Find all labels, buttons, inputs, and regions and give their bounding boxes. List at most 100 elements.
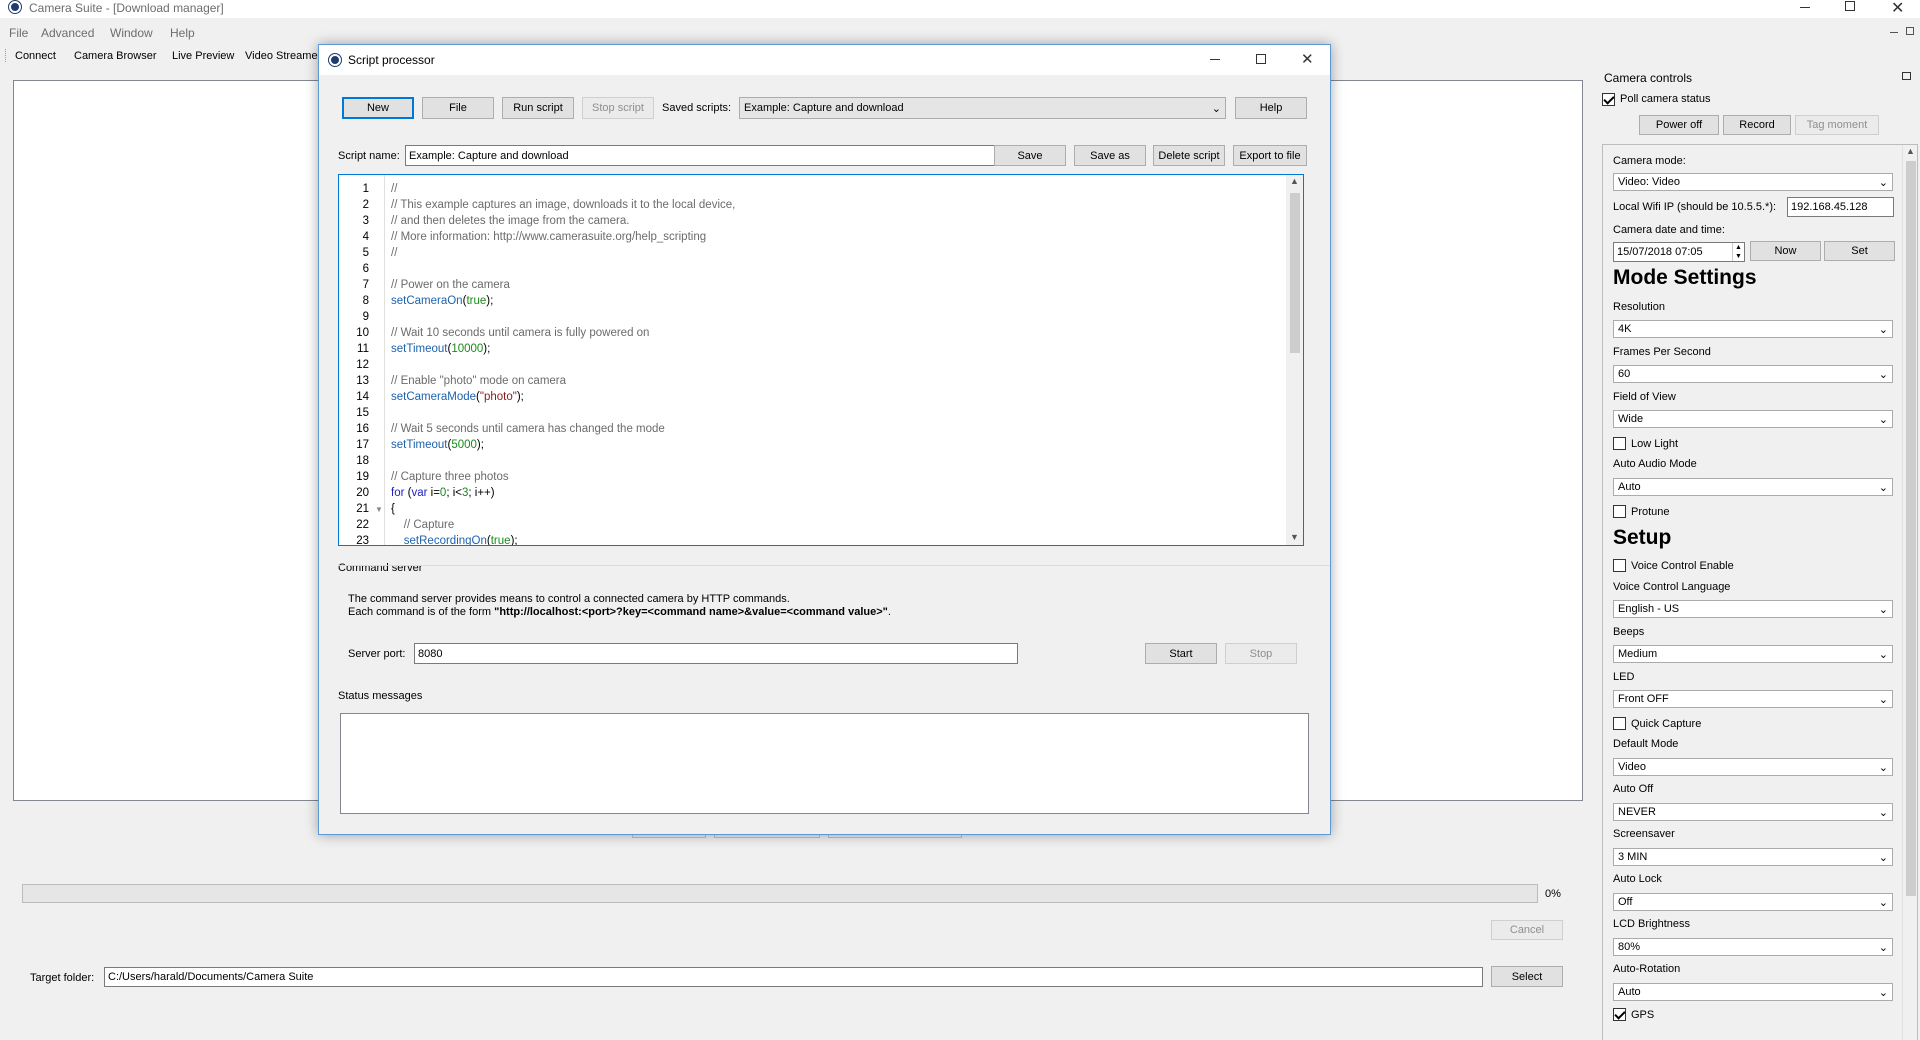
gps-checkbox[interactable] [1613,1008,1626,1021]
menu-help[interactable]: Help [170,26,195,40]
close-icon[interactable]: ✕ [1891,0,1904,18]
menu-window[interactable]: Window [110,26,153,40]
toolbar-connect[interactable]: Connect [15,50,56,62]
low-light-checkbox[interactable] [1613,437,1626,450]
code-line[interactable]: setRecordingOn(true); [391,533,1281,545]
help-button[interactable]: Help [1235,97,1307,119]
maximize-icon[interactable] [1845,1,1855,11]
code-line[interactable]: // Wait 5 seconds until camera has chang… [391,421,1281,437]
lcd-select[interactable]: 80% ⌄ [1613,938,1893,956]
code-line[interactable] [391,261,1281,277]
dialog-minimize-icon[interactable] [1210,59,1220,60]
code-editor[interactable]: 1 2 3 4 5 6 7 8 9 10 11 12 13 14 15 16 17 18 19 20 21 22 23 ▼ … [338,174,1304,546]
code-line[interactable]: // and then deletes the image from the c… [391,213,1281,229]
code-line[interactable] [391,357,1281,373]
auto-lock-select[interactable]: Off ⌄ [1613,893,1893,911]
code-line[interactable]: for (var i=0; i<3; i++) [391,485,1281,501]
cancel-button[interactable]: Cancel [1491,920,1563,940]
scroll-thumb[interactable] [1290,193,1300,353]
server-port-input[interactable]: 8080 [414,643,1018,664]
auto-off-value: NEVER [1618,806,1656,818]
now-button[interactable]: Now [1750,241,1821,261]
poll-status-checkbox[interactable] [1602,93,1615,106]
code-line[interactable]: setTimeout(5000); [391,437,1281,453]
code-line[interactable] [391,405,1281,421]
dialog-close-icon[interactable]: ✕ [1301,50,1314,68]
code-line[interactable]: // Enable "photo" mode on camera [391,373,1281,389]
new-button[interactable]: New [342,97,414,119]
file-button[interactable]: File [422,97,494,119]
editor-scrollbar[interactable]: ▲ ▼ [1286,175,1303,545]
voice-lang-select[interactable]: English - US ⌄ [1613,600,1893,618]
code-line[interactable]: // [391,245,1281,261]
menu-file[interactable]: File [9,26,28,40]
scroll-up-icon[interactable]: ▲ [1290,176,1299,186]
tag-moment-button[interactable]: Tag moment [1795,115,1879,135]
code-line[interactable]: // Capture three photos [391,469,1281,485]
code-line[interactable]: // More information: http://www.camerasu… [391,229,1281,245]
line-number: 18 [356,455,369,467]
code-line[interactable] [391,309,1281,325]
toolbar-video-streamer[interactable]: Video Streamer [245,50,321,62]
mdi-restore-icon[interactable] [1906,27,1914,35]
line-number: 19 [356,471,369,483]
scroll-down-icon[interactable]: ▼ [1290,532,1299,542]
auto-off-select[interactable]: NEVER ⌄ [1613,803,1893,821]
stop-script-button[interactable]: Stop script [582,97,654,119]
screensaver-select[interactable]: 3 MIN ⌄ [1613,848,1893,866]
save-as-button[interactable]: Save as [1074,145,1146,166]
quick-capture-checkbox[interactable] [1613,717,1626,730]
code-line[interactable]: // Power on the camera [391,277,1281,293]
delete-script-button[interactable]: Delete script [1153,145,1225,166]
settings-scrollbar[interactable]: ▲ ▼ [1902,145,1917,1040]
resolution-select[interactable]: 4K ⌄ [1613,320,1893,338]
voice-control-checkbox[interactable] [1613,559,1626,572]
undock-icon[interactable] [1902,72,1911,80]
fps-select[interactable]: 60 ⌄ [1613,365,1893,383]
code-line[interactable]: // This example captures an image, downl… [391,197,1281,213]
record-button[interactable]: Record [1723,115,1791,135]
toolbar-live-preview[interactable]: Live Preview [172,50,234,62]
led-select[interactable]: Front OFF ⌄ [1613,690,1893,708]
fov-select[interactable]: Wide ⌄ [1613,410,1893,428]
beeps-select[interactable]: Medium ⌄ [1613,645,1893,663]
scroll-up-icon[interactable]: ▲ [1906,146,1915,156]
set-button[interactable]: Set [1824,241,1895,261]
datetime-input[interactable]: 15/07/2018 07:05 ▲ ▼ [1613,242,1745,262]
server-stop-button[interactable]: Stop [1225,643,1297,664]
code-line[interactable]: // Wait 10 seconds until camera is fully… [391,325,1281,341]
code-line[interactable]: setCameraMode("photo"); [391,389,1281,405]
fold-collapse-icon[interactable]: ▼ [375,505,383,514]
code-line[interactable]: setCameraOn(true); [391,293,1281,309]
line-number-gutter: 1 2 3 4 5 6 7 8 9 10 11 12 13 14 15 16 17 18 19 20 21 22 23 [339,181,373,545]
run-script-button[interactable]: Run script [502,97,574,119]
code-line[interactable]: setTimeout(10000); [391,341,1281,357]
save-button[interactable]: Save [994,145,1066,166]
code-line[interactable]: // Capture [391,517,1281,533]
wifi-input[interactable]: 192.168.45.128 [1787,197,1894,217]
protune-checkbox[interactable] [1613,505,1626,518]
line-number: 13 [356,375,369,387]
code-content[interactable]: //// This example captures an image, dow… [391,181,1281,545]
menu-advanced[interactable]: Advanced [41,26,94,40]
code-line[interactable]: // [391,181,1281,197]
spinner-icon[interactable]: ▲ ▼ [1732,243,1744,261]
camera-mode-select[interactable]: Video: Video ⌄ [1613,173,1893,191]
auto-audio-select[interactable]: Auto ⌄ [1613,478,1893,496]
target-folder-input[interactable]: C:/Users/harald/Documents/Camera Suite [104,967,1483,987]
select-folder-button[interactable]: Select [1491,966,1563,987]
minimize-icon[interactable] [1800,7,1810,8]
dialog-maximize-icon[interactable] [1256,54,1266,64]
toolbar-camera-browser[interactable]: Camera Browser [74,50,157,62]
auto-rotation-select[interactable]: Auto ⌄ [1613,983,1893,1001]
code-line[interactable]: { [391,501,1281,517]
mdi-minimize-icon[interactable] [1890,32,1898,33]
server-start-button[interactable]: Start [1145,643,1217,664]
default-mode-select[interactable]: Video ⌄ [1613,758,1893,776]
export-to-file-button[interactable]: Export to file [1233,145,1307,166]
saved-scripts-select[interactable]: Example: Capture and download ⌄ [739,97,1226,119]
script-name-input[interactable]: Example: Capture and download [405,145,1005,166]
scroll-thumb[interactable] [1906,161,1916,896]
power-off-button[interactable]: Power off [1639,115,1719,135]
code-line[interactable] [391,453,1281,469]
